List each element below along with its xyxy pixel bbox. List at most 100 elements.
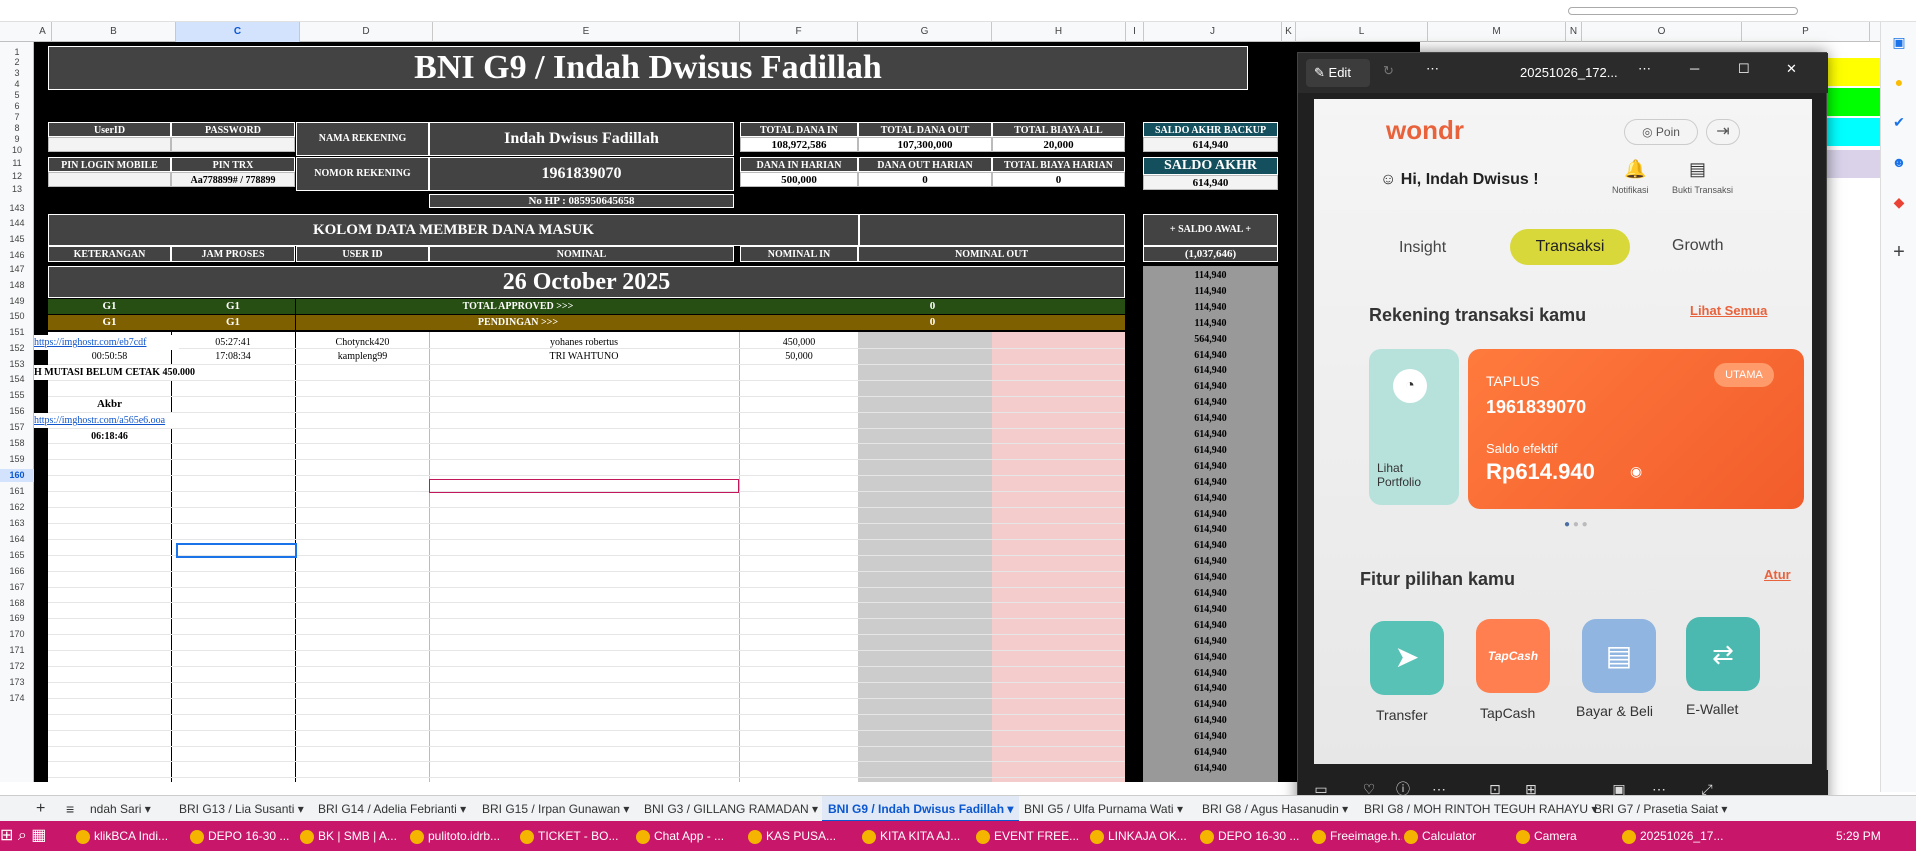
taskbar-app[interactable]: DEPO 16-30 ... <box>1200 821 1306 851</box>
close-icon[interactable]: ✕ <box>1786 61 1797 77</box>
more-options-icon[interactable]: ⋯ <box>1426 61 1439 77</box>
pin-trx-value[interactable]: Aa778899# / 778899 <box>171 172 295 187</box>
saldo-cell[interactable]: 614,940 <box>1143 650 1278 665</box>
bell-icon[interactable]: 🔔 <box>1624 159 1646 180</box>
ewallet-icon[interactable]: ⇄ <box>1686 617 1760 691</box>
saldo-cell[interactable]: 614,940 <box>1143 459 1278 474</box>
saldo-cell[interactable]: 114,940 <box>1143 284 1278 299</box>
row-number-159[interactable]: 159 <box>0 453 34 466</box>
row-number-153[interactable]: 153 <box>0 358 34 371</box>
transfer-icon[interactable]: ➤ <box>1370 621 1444 695</box>
row-number-168[interactable]: 168 <box>0 597 34 610</box>
maps-icon[interactable]: ◆ <box>1889 192 1909 212</box>
all-sheets-icon[interactable]: ≡ <box>66 796 74 822</box>
column-header-b[interactable]: B <box>52 22 176 42</box>
row148-jam[interactable]: 17:08:34 <box>171 349 295 364</box>
column-header-k[interactable]: K <box>1282 22 1296 42</box>
saldo-cell[interactable]: 614,940 <box>1143 411 1278 426</box>
column-header-p[interactable]: P <box>1742 22 1870 42</box>
chevron-down-icon[interactable]: ▾ <box>141 802 151 816</box>
taskbar-app[interactable]: pulitoto.idrb... <box>410 821 514 851</box>
column-header-o[interactable]: O <box>1582 22 1742 42</box>
saldo-cell[interactable]: 614,940 <box>1143 761 1278 776</box>
row-number-170[interactable]: 170 <box>0 628 34 641</box>
password-value[interactable] <box>171 137 295 152</box>
account-card[interactable]: TAPLUS UTAMA 1961839070 Saldo efektif Rp… <box>1468 349 1804 509</box>
saldo-cell[interactable]: 614,940 <box>1143 538 1278 553</box>
column-header-j[interactable]: J <box>1144 22 1282 42</box>
taskbar-app[interactable]: klikBCA Indi... <box>76 821 184 851</box>
row-number-146[interactable]: 146 <box>0 249 34 262</box>
row-number-171[interactable]: 171 <box>0 644 34 657</box>
row-number-166[interactable]: 166 <box>0 565 34 578</box>
row-number-173[interactable]: 173 <box>0 676 34 689</box>
taskbar-app[interactable]: KAS PUSA... <box>748 821 856 851</box>
row-number-155[interactable]: 155 <box>0 389 34 402</box>
note-akbr[interactable]: Akbr <box>48 397 171 412</box>
sheet-tab[interactable]: BRI G15 / Irpan Gunawan ▾ <box>476 796 635 822</box>
row-number-150[interactable]: 150 <box>0 310 34 323</box>
note-time[interactable]: 06:18:46 <box>48 429 171 444</box>
column-header-n[interactable]: N <box>1566 22 1582 42</box>
note-link2[interactable]: https://imghostr.com/a565e6.ooa <box>34 413 234 428</box>
saldo-cell[interactable]: 614,940 <box>1143 697 1278 712</box>
total-dana-out-value[interactable]: 107,300,000 <box>858 137 992 152</box>
tab-transaksi[interactable]: Transaksi <box>1510 229 1630 265</box>
contacts-icon[interactable]: ☻ <box>1889 152 1909 172</box>
row-number-13[interactable]: 13 <box>0 183 34 196</box>
row-number-157[interactable]: 157 <box>0 421 34 434</box>
row148-nominal[interactable]: TRI WAHTUNO <box>429 349 739 364</box>
add-sheet-icon[interactable]: + <box>36 796 45 822</box>
column-header-h[interactable]: H <box>992 22 1126 42</box>
sheet-tab[interactable]: BNI G5 / Ulfa Purnama Wati ▾ <box>1018 796 1189 822</box>
row-number-152[interactable]: 152 <box>0 342 34 355</box>
column-header-g[interactable]: G <box>858 22 992 42</box>
keep-icon[interactable]: ● <box>1889 72 1909 92</box>
sheet-tab[interactable]: BRI G8 / MOH RINTOH TEGUH RAHAYU ▾ <box>1358 796 1603 822</box>
saldo-cell[interactable]: 614,940 <box>1143 443 1278 458</box>
saldo-cell[interactable]: 614,940 <box>1143 363 1278 378</box>
row-number-172[interactable]: 172 <box>0 660 34 673</box>
sheet-tab[interactable]: BNI G9 / Indah Dwisus Fadillah ▾ <box>822 796 1020 822</box>
row147-userid[interactable]: Chotynck420 <box>296 335 429 350</box>
taskbar-app[interactable]: DEPO 16-30 ... <box>190 821 294 851</box>
saldo-akhr-value[interactable]: 614,940 <box>1143 175 1278 190</box>
row-number-11[interactable]: 11 <box>0 157 34 170</box>
active-cell-selection[interactable] <box>176 543 297 558</box>
saldo-cell[interactable]: 614,940 <box>1143 681 1278 696</box>
taskbar-clock[interactable]: 5:29 PM <box>1836 821 1916 851</box>
nama-rekening-value[interactable]: Indah Dwisus Fadillah <box>429 122 734 156</box>
row-number-154[interactable]: 154 <box>0 373 34 386</box>
total-dana-in-value[interactable]: 108,972,586 <box>740 137 858 152</box>
row-number-149[interactable]: 149 <box>0 295 34 308</box>
saldo-backup-value[interactable]: 614,940 <box>1143 137 1278 152</box>
sheet-tab[interactable]: ndah Sari ▾ <box>84 796 157 822</box>
taskbar-app[interactable]: Calculator <box>1404 821 1508 851</box>
row-number-148[interactable]: 148 <box>0 279 34 292</box>
total-biaya-all-value[interactable]: 20,000 <box>992 137 1125 152</box>
row-number-10[interactable]: 10 <box>0 144 34 157</box>
row-number-167[interactable]: 167 <box>0 581 34 594</box>
total-biaya-harian-value[interactable]: 0 <box>992 172 1125 187</box>
chevron-down-icon[interactable]: ▾ <box>620 802 629 816</box>
taskbar-app[interactable]: Freeimage.h... <box>1312 821 1402 851</box>
row-number-151[interactable]: 151 <box>0 326 34 339</box>
row-number-12[interactable]: 12 <box>0 170 34 183</box>
column-header-l[interactable]: L <box>1296 22 1428 42</box>
row-number-160[interactable]: 160 <box>0 469 34 482</box>
chevron-down-icon[interactable]: ▾ <box>1174 802 1183 816</box>
saldo-cell[interactable]: 114,940 <box>1143 316 1278 331</box>
row-number-144[interactable]: 144 <box>0 217 34 230</box>
taskbar-app[interactable]: Chat App - ... <box>636 821 742 851</box>
chevron-down-icon[interactable]: ▾ <box>294 802 304 816</box>
lihat-semua-link[interactable]: Lihat Semua <box>1690 303 1767 318</box>
chevron-down-icon[interactable]: ▾ <box>809 802 818 816</box>
column-header-f[interactable]: F <box>740 22 858 42</box>
add-addon-icon[interactable]: + <box>1889 242 1909 262</box>
minimize-icon[interactable]: ─ <box>1690 61 1699 76</box>
saldo-cell[interactable]: 614,940 <box>1143 507 1278 522</box>
row-number-158[interactable]: 158 <box>0 437 34 450</box>
saldo-cell[interactable]: 614,940 <box>1143 554 1278 569</box>
portfolio-card[interactable]: ◔ Lihat Portfolio <box>1369 349 1459 505</box>
chevron-down-icon[interactable]: ▾ <box>1004 802 1013 816</box>
